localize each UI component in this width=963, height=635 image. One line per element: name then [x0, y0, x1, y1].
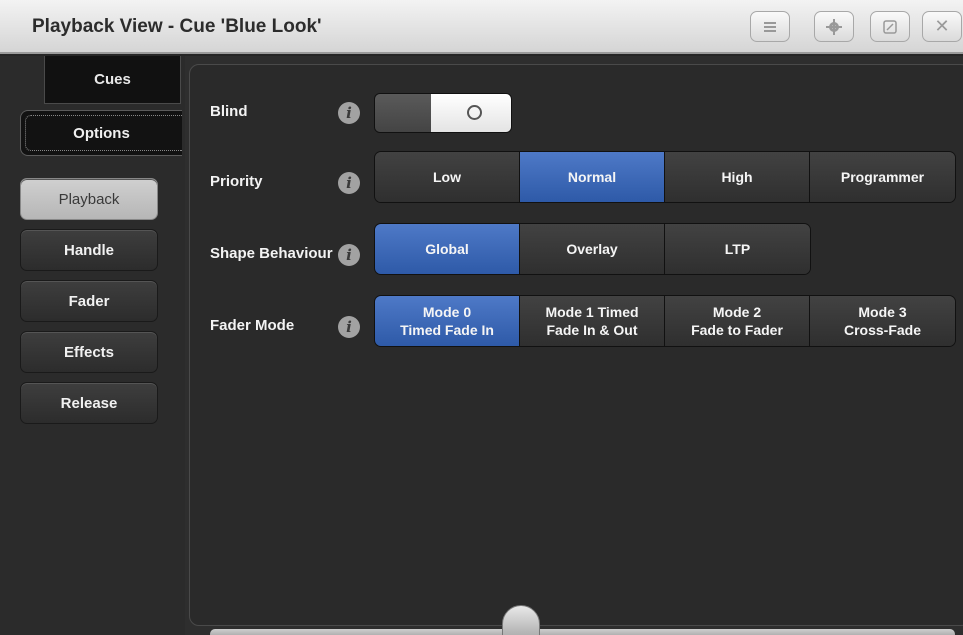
priority-selector: Low Normal High Programmer	[374, 151, 956, 203]
shape-option-ltp[interactable]: LTP	[665, 224, 810, 274]
playback-view-window: Playback View - Cue 'Blue Look' ✕ Cues O…	[0, 0, 963, 635]
option-line: Mode 3	[858, 304, 907, 320]
fader-mode-option-3[interactable]: Mode 3 Cross-Fade	[810, 296, 955, 346]
options-panel-frame: Blind i Priority i Low Normal High Progr…	[189, 64, 963, 635]
sidebar-item-release[interactable]: Release	[20, 382, 158, 424]
titlebar: Playback View - Cue 'Blue Look' ✕	[0, 0, 963, 54]
gear-icon	[826, 18, 842, 35]
fader-mode-option-2[interactable]: Mode 2 Fade to Fader	[665, 296, 810, 346]
fader-mode-label: Fader Mode	[210, 317, 295, 334]
sidebar-item-effects[interactable]: Effects	[20, 331, 158, 373]
tab-options-focus-ring	[25, 115, 182, 151]
option-line: Cross-Fade	[843, 322, 922, 338]
info-icon[interactable]: i	[338, 172, 360, 194]
menu-button[interactable]	[750, 11, 790, 42]
priority-option-low[interactable]: Low	[375, 152, 520, 202]
blind-label: Blind	[210, 103, 248, 120]
shape-behaviour-selector: Global Overlay LTP	[374, 223, 811, 275]
toggle-circle-icon	[467, 105, 482, 120]
priority-label: Priority	[210, 173, 263, 190]
fader-mode-option-0[interactable]: Mode 0 Timed Fade In	[375, 296, 520, 346]
close-button[interactable]: ✕	[922, 11, 962, 42]
fader-mode-selector: Mode 0 Timed Fade In Mode 1 Timed Fade I…	[374, 295, 956, 347]
priority-option-high[interactable]: High	[665, 152, 810, 202]
priority-option-programmer[interactable]: Programmer	[810, 152, 955, 202]
scrollbar-thumb[interactable]	[502, 605, 540, 635]
fader-mode-option-1[interactable]: Mode 1 Timed Fade In & Out	[520, 296, 665, 346]
options-panel: Blind i Priority i Low Normal High Progr…	[185, 56, 963, 635]
window-title: Playback View - Cue 'Blue Look'	[32, 16, 322, 37]
shape-option-global[interactable]: Global	[375, 224, 520, 274]
option-line: Fade to Fader	[691, 322, 783, 338]
option-line: Timed Fade In	[400, 322, 494, 338]
tab-cues[interactable]: Cues	[44, 56, 181, 104]
option-line: Mode 0	[422, 304, 472, 320]
horizontal-scrollbar[interactable]	[210, 629, 955, 635]
close-icon: ✕	[934, 16, 950, 36]
shape-option-overlay[interactable]: Overlay	[520, 224, 665, 274]
sidebar-item-playback[interactable]: Playback	[20, 178, 158, 220]
info-icon[interactable]: i	[338, 244, 360, 266]
maximize-button[interactable]	[870, 11, 910, 42]
tab-options[interactable]: Options	[20, 110, 182, 156]
priority-option-normal[interactable]: Normal	[520, 152, 665, 202]
shape-behaviour-label: Shape Behaviour	[210, 245, 333, 262]
settings-button[interactable]	[814, 11, 854, 42]
sidebar: Cues Options Playback Handle Fader Effec…	[0, 56, 185, 635]
sidebar-item-handle[interactable]: Handle	[20, 229, 158, 271]
info-icon[interactable]: i	[338, 316, 360, 338]
blind-toggle[interactable]	[374, 93, 512, 133]
info-icon[interactable]: i	[338, 102, 360, 124]
option-line: Fade In & Out	[546, 322, 638, 338]
menu-icon	[764, 21, 776, 32]
option-line: Mode 1 Timed	[545, 304, 639, 320]
maximize-icon	[883, 19, 897, 34]
option-line: Mode 2	[712, 304, 762, 320]
toggle-off-segment	[375, 94, 431, 132]
sidebar-item-fader[interactable]: Fader	[20, 280, 158, 322]
